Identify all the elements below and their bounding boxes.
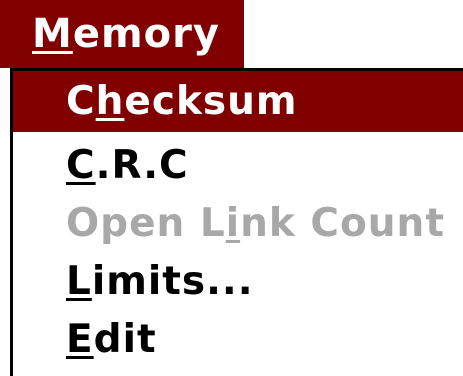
memory-dropdown-menu: Ch ecksum C .R.C Open Li nk Count Limits...… (10, 68, 463, 376)
app-window: Memory Ch ecksum C .R.C Open Li nk Count Li… (0, 0, 463, 376)
mnemonic-letter: C (66, 143, 96, 188)
mnemonic-letter: E (66, 317, 94, 362)
menu-item-limits[interactable]: Limits... (13, 251, 463, 312)
mnemonic-letter: i (225, 201, 241, 246)
menubar-item-label: emory (72, 11, 220, 57)
mnemonic-letter: h (95, 79, 125, 124)
menu-item-label-post: imits... (91, 259, 254, 304)
menu-item-crc[interactable]: C .R.C (13, 135, 463, 196)
menu-item-label-pre: Open L (66, 201, 226, 246)
menu-item-checksum[interactable]: Ch ecksum (13, 71, 463, 132)
mnemonic-letter: L (66, 259, 92, 304)
menu-item-edit[interactable]: Edit (13, 309, 463, 370)
mnemonic-letter: M (32, 11, 73, 57)
menu-item-label-pre: C (66, 79, 96, 124)
menu-item-label-post: nk Count (240, 201, 445, 246)
menu-item-open-link-count: Open Li nk Count (13, 193, 463, 254)
menubar-item-memory[interactable]: Memory (0, 0, 244, 68)
menu-item-label-post: ecksum (124, 79, 298, 124)
menu-item-label-post: .R.C (95, 143, 189, 188)
menu-item-label-post: dit (93, 317, 157, 362)
